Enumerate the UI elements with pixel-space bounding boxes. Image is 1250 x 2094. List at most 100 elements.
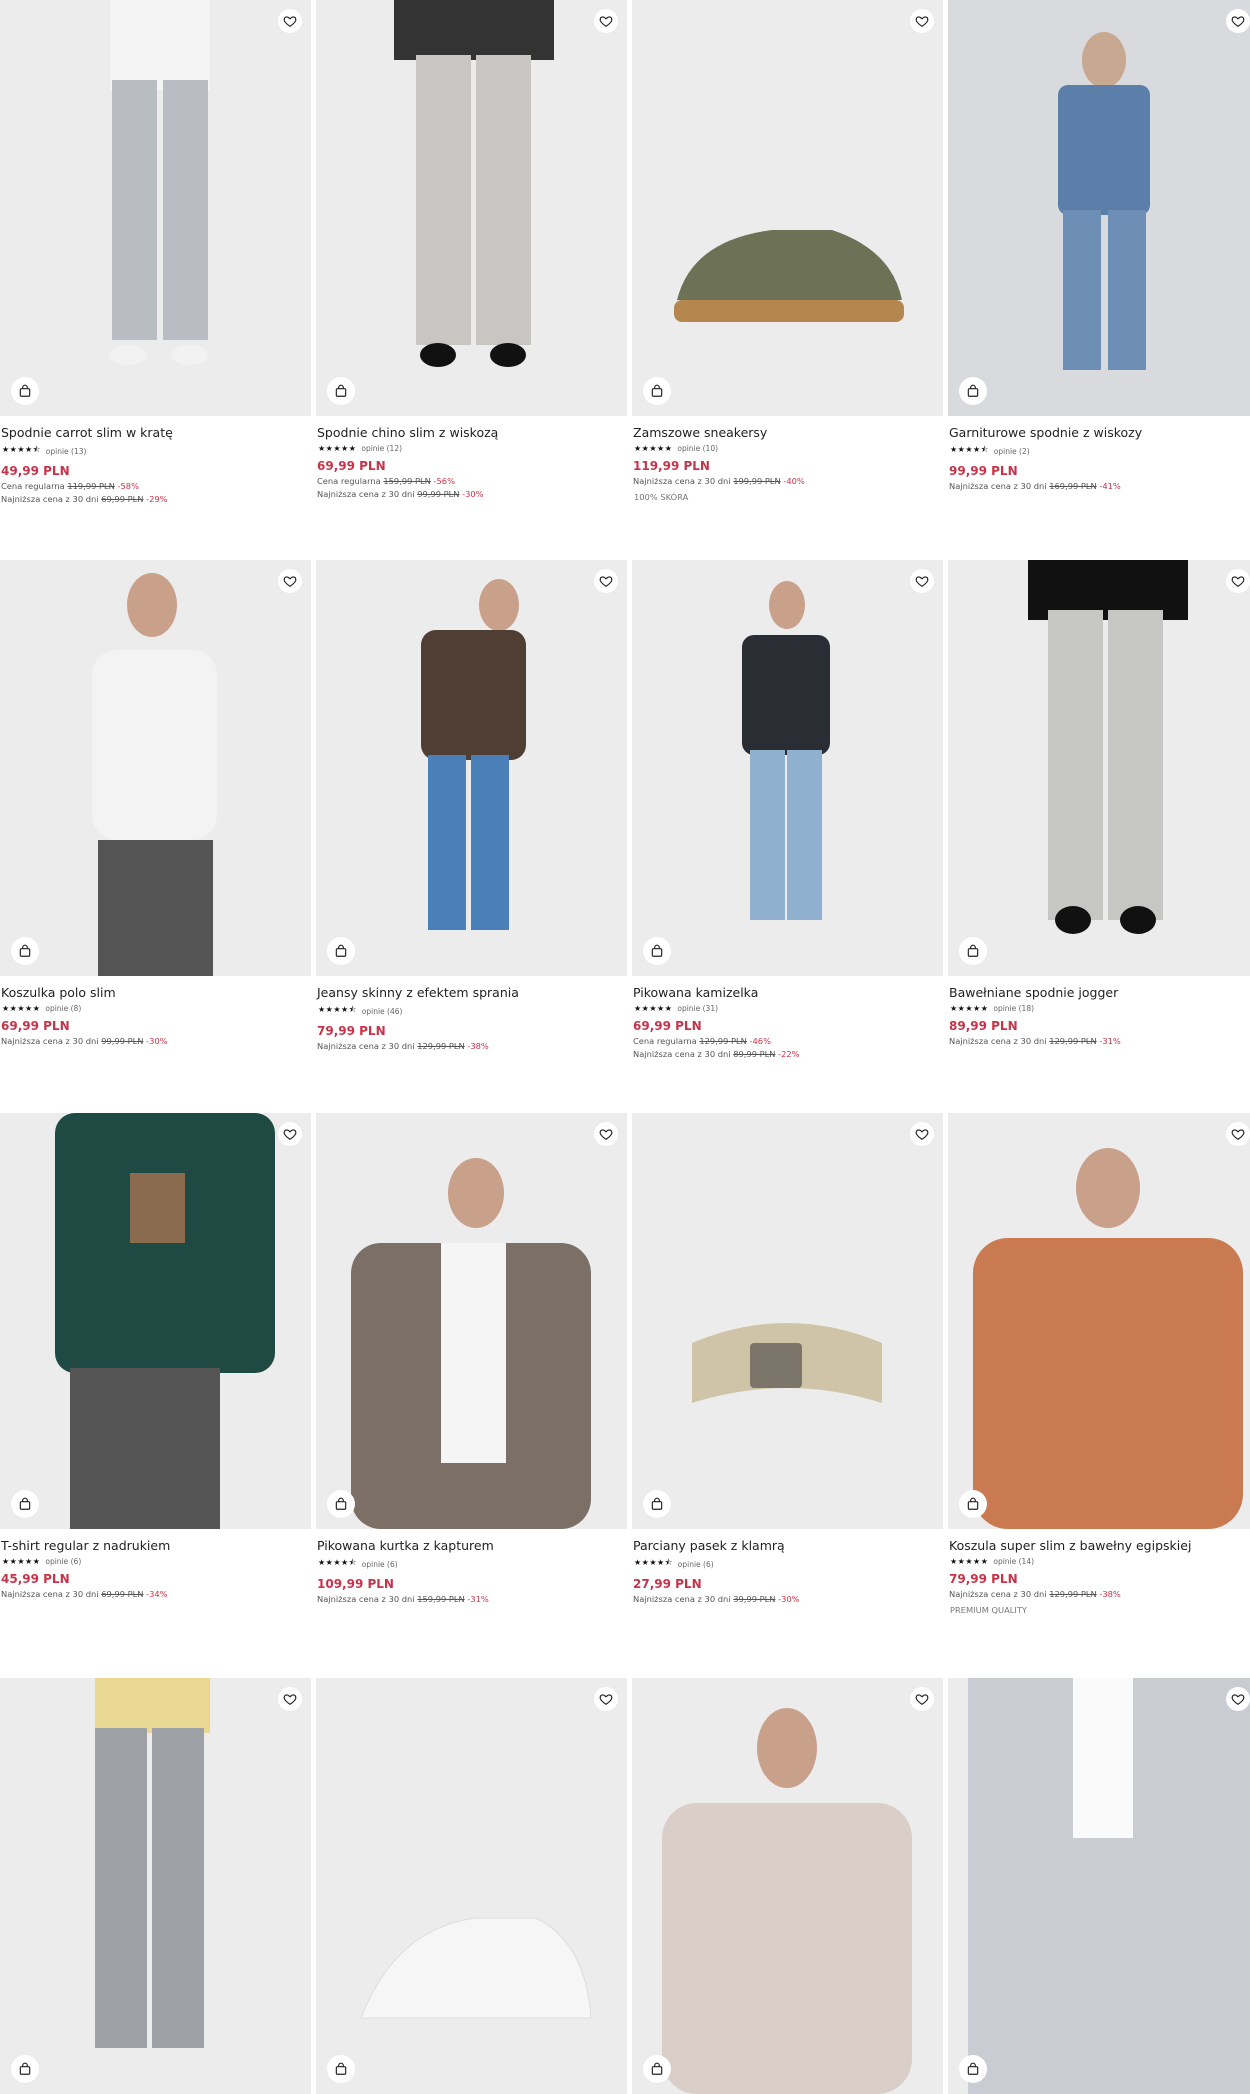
favorite-button[interactable] <box>1226 9 1250 33</box>
product-card[interactable]: Bawełniane spodnie jogger ★★★★★ opinie (… <box>948 560 1250 1046</box>
favorite-button[interactable] <box>278 1122 302 1146</box>
product-photo <box>968 1678 1250 2094</box>
shopping-bag-icon <box>967 2062 979 2075</box>
add-to-cart-button[interactable] <box>959 377 987 405</box>
product-tag: PREMIUM QUALITY <box>950 1605 1027 1615</box>
product-name[interactable]: Pikowana kurtka z kapturem <box>317 1538 627 1553</box>
product-card[interactable]: Pikowana kurtka z kapturem ★★★★⯪ opinie … <box>316 1113 627 1604</box>
product-price: 119,99 PLN <box>633 459 710 473</box>
add-to-cart-button[interactable] <box>643 937 671 965</box>
product-card[interactable]: Spodnie chino slim z wiskozą ★★★★★ opini… <box>316 0 627 499</box>
product-card[interactable]: Zamszowe sneakersy ★★★★★ opinie (10) 119… <box>632 0 943 502</box>
favorite-button[interactable] <box>594 1122 618 1146</box>
product-image[interactable] <box>948 1113 1250 1529</box>
product-image[interactable] <box>632 0 943 416</box>
product-card[interactable] <box>0 1678 311 2094</box>
product-card[interactable]: Koszulka polo slim ★★★★★ opinie (8) 69,9… <box>0 560 311 1046</box>
add-to-cart-button[interactable] <box>327 1490 355 1518</box>
reviews-count[interactable]: opinie (6) <box>45 1557 81 1566</box>
add-to-cart-button[interactable] <box>643 1490 671 1518</box>
product-card[interactable]: Koszula super slim z bawełny egipskiej ★… <box>948 1113 1250 1615</box>
add-to-cart-button[interactable] <box>327 2055 355 2083</box>
add-to-cart-button[interactable] <box>11 2055 39 2083</box>
product-name[interactable]: Spodnie carrot slim w kratę <box>1 425 311 440</box>
product-name[interactable]: Garniturowe spodnie z wiskozy <box>949 425 1250 440</box>
product-name[interactable]: T-shirt regular z nadrukiem <box>1 1538 311 1553</box>
product-image[interactable] <box>0 1678 311 2094</box>
add-to-cart-button[interactable] <box>643 2055 671 2083</box>
add-to-cart-button[interactable] <box>643 377 671 405</box>
product-name[interactable]: Bawełniane spodnie jogger <box>949 985 1250 1000</box>
product-image[interactable] <box>0 0 311 416</box>
product-card[interactable]: T-shirt regular z nadrukiem ★★★★★ opinie… <box>0 1113 311 1599</box>
favorite-button[interactable] <box>278 1687 302 1711</box>
reviews-count[interactable]: opinie (6) <box>678 1560 714 1569</box>
product-image[interactable] <box>0 560 311 976</box>
product-image[interactable] <box>316 0 627 416</box>
product-card[interactable]: Parciany pasek z klamrą ★★★★⯪ opinie (6)… <box>632 1113 943 1604</box>
product-image[interactable] <box>948 560 1250 976</box>
heart-icon <box>1231 576 1245 587</box>
add-to-cart-button[interactable] <box>959 2055 987 2083</box>
add-to-cart-button[interactable] <box>327 937 355 965</box>
favorite-button[interactable] <box>1226 1687 1250 1711</box>
heart-icon <box>283 1129 297 1140</box>
reviews-count[interactable]: opinie (18) <box>993 1004 1034 1013</box>
favorite-button[interactable] <box>910 1687 934 1711</box>
product-card[interactable]: Garniturowe spodnie z wiskozy ★★★★⯪ opin… <box>948 0 1250 491</box>
lowest-price-line: Najniższa cena z 30 dni 169,99 PLN -41% <box>949 481 1250 491</box>
lowest-price-line: Najniższa cena z 30 dni 199,99 PLN -40% <box>633 476 943 486</box>
favorite-button[interactable] <box>910 1122 934 1146</box>
reviews-count[interactable]: opinie (8) <box>45 1004 81 1013</box>
add-to-cart-button[interactable] <box>959 1490 987 1518</box>
favorite-button[interactable] <box>1226 569 1250 593</box>
reviews-count[interactable]: opinie (6) <box>362 1560 398 1569</box>
product-name[interactable]: Parciany pasek z klamrą <box>633 1538 943 1553</box>
add-to-cart-button[interactable] <box>327 377 355 405</box>
reviews-count[interactable]: opinie (31) <box>677 1004 718 1013</box>
product-name[interactable]: Jeansy skinny z efektem sprania <box>317 985 627 1000</box>
add-to-cart-button[interactable] <box>11 377 39 405</box>
reviews-count[interactable]: opinie (2) <box>994 447 1030 456</box>
add-to-cart-button[interactable] <box>11 937 39 965</box>
favorite-button[interactable] <box>594 1687 618 1711</box>
reviews-count[interactable]: opinie (13) <box>46 447 87 456</box>
product-image[interactable] <box>316 1678 627 2094</box>
product-card[interactable] <box>632 1678 943 2094</box>
product-name[interactable]: Koszulka polo slim <box>1 985 311 1000</box>
favorite-button[interactable] <box>910 9 934 33</box>
product-card[interactable] <box>316 1678 627 2094</box>
product-card[interactable]: Pikowana kamizelka ★★★★★ opinie (31) 69,… <box>632 560 943 1059</box>
product-image[interactable] <box>316 560 627 976</box>
reviews-count[interactable]: opinie (14) <box>993 1557 1034 1566</box>
product-image[interactable] <box>316 1113 627 1529</box>
favorite-button[interactable] <box>594 569 618 593</box>
rating-stars: ★★★★★ <box>950 1557 989 1566</box>
lowest-price-line: Najniższa cena z 30 dni 89,99 PLN -22% <box>633 1049 943 1059</box>
product-name[interactable]: Zamszowe sneakersy <box>633 425 943 440</box>
product-image[interactable] <box>632 1678 943 2094</box>
add-to-cart-button[interactable] <box>11 1490 39 1518</box>
favorite-button[interactable] <box>1226 1122 1250 1146</box>
product-image[interactable] <box>948 1678 1250 2094</box>
product-card[interactable]: Jeansy skinny z efektem sprania ★★★★⯪ op… <box>316 560 627 1051</box>
product-image[interactable] <box>948 0 1250 416</box>
product-image[interactable] <box>632 560 943 976</box>
product-photo <box>95 1678 210 2048</box>
product-card[interactable] <box>948 1678 1250 2094</box>
product-name[interactable]: Pikowana kamizelka <box>633 985 943 1000</box>
favorite-button[interactable] <box>278 9 302 33</box>
product-image[interactable] <box>632 1113 943 1529</box>
product-name[interactable]: Koszula super slim z bawełny egipskiej <box>949 1538 1250 1553</box>
reviews-count[interactable]: opinie (46) <box>362 1007 403 1016</box>
favorite-button[interactable] <box>594 9 618 33</box>
add-to-cart-button[interactable] <box>959 937 987 965</box>
favorite-button[interactable] <box>278 569 302 593</box>
product-image[interactable] <box>0 1113 311 1529</box>
product-price: 89,99 PLN <box>949 1019 1018 1033</box>
favorite-button[interactable] <box>910 569 934 593</box>
product-name[interactable]: Spodnie chino slim z wiskozą <box>317 425 627 440</box>
reviews-count[interactable]: opinie (10) <box>677 444 718 453</box>
reviews-count[interactable]: opinie (12) <box>361 444 402 453</box>
product-card[interactable]: Spodnie carrot slim w kratę ★★★★⯪ opinie… <box>0 0 311 504</box>
